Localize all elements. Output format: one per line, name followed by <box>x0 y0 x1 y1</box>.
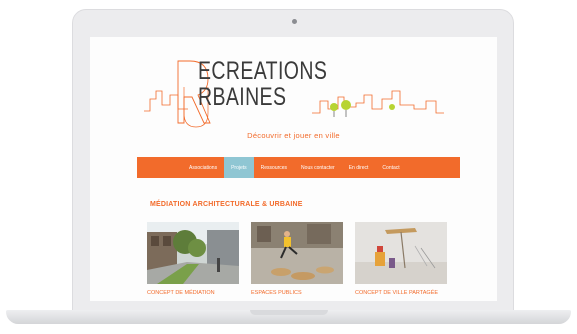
laptop-mockup: ECREATIONS RBAINES Découvrir et jouer en… <box>0 0 577 334</box>
card-caption[interactable]: CONCEPT DE VILLE PARTAGÉE <box>355 290 447 296</box>
project-card[interactable]: CONCEPT DE VILLE PARTAGÉE <box>355 222 447 296</box>
main-nav: Associations Projets Ressources Nous con… <box>137 157 460 178</box>
nav-item-nous-contacter[interactable]: Nous contacter <box>294 157 342 178</box>
webcam-icon <box>292 19 297 24</box>
site-logo[interactable]: ECREATIONS RBAINES <box>144 47 454 135</box>
nav-item-projets[interactable]: Projets <box>224 157 254 178</box>
section-title: MÉDIATION ARCHITECTURALE & URBAINE <box>150 201 303 208</box>
project-card[interactable]: CONCEPT DE MÉDIATION <box>147 222 239 296</box>
card-image-street[interactable] <box>147 222 239 284</box>
card-image-model[interactable] <box>355 222 447 284</box>
card-image-jump[interactable] <box>251 222 343 284</box>
logo-text-line1: ECREATIONS <box>198 57 328 85</box>
card-caption[interactable]: ESPACES PUBLICS <box>251 290 343 296</box>
logo-text-line2: RBAINES <box>198 83 287 111</box>
nav-item-ressources[interactable]: Ressources <box>254 157 294 178</box>
laptop-notch <box>250 310 328 315</box>
nav-item-associations[interactable]: Associations <box>182 157 224 178</box>
site-tagline: Découvrir et jouer en ville <box>247 131 340 140</box>
project-card[interactable]: ESPACES PUBLICS <box>251 222 343 296</box>
nav-item-contact[interactable]: Contact <box>375 157 406 178</box>
website-screen: ECREATIONS RBAINES Découvrir et jouer en… <box>90 37 497 301</box>
nav-item-en-direct[interactable]: En direct <box>342 157 376 178</box>
card-caption[interactable]: CONCEPT DE MÉDIATION <box>147 290 239 296</box>
